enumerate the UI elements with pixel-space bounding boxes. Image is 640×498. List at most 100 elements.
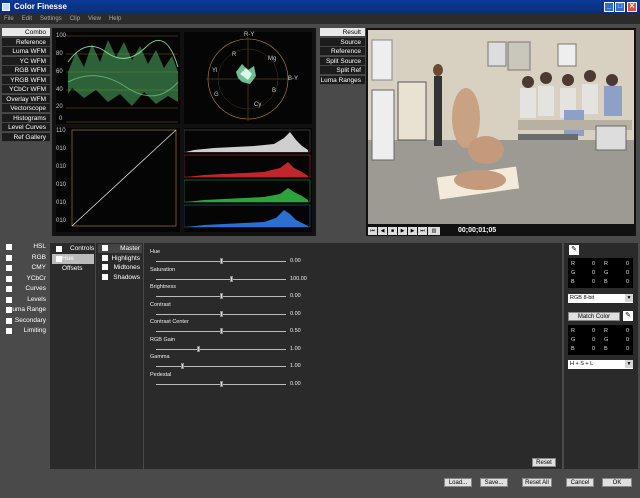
load-button[interactable]: Load...	[444, 478, 472, 487]
category-hsl[interactable]: HSL	[2, 242, 48, 252]
slider-label-hue: Hue	[150, 249, 161, 255]
cancel-button[interactable]: Cancel	[566, 478, 594, 487]
scope-tab-yc-wfm[interactable]: YC WFM	[2, 56, 50, 66]
maximize-button[interactable]: □	[615, 2, 625, 12]
go-start-button[interactable]: ⏮	[368, 227, 377, 235]
menu-settings[interactable]: Settings	[40, 14, 62, 24]
category-curves[interactable]: Curves	[2, 284, 48, 294]
hue-offsets-tab[interactable]: Hue Offsets	[52, 254, 94, 272]
category-luma-range[interactable]: Luma Range	[2, 305, 48, 315]
menu-edit[interactable]: Edit	[22, 14, 32, 24]
slider-handle-brightness[interactable]	[219, 293, 223, 299]
scope-tab-histograms[interactable]: Histograms	[2, 113, 50, 123]
slider-label-contrast-center: Contrast Center	[150, 319, 189, 325]
save-button[interactable]: Save...	[480, 478, 508, 487]
go-end-button[interactable]: ⏭	[418, 227, 427, 235]
ok-button[interactable]: OK	[602, 478, 632, 487]
result-tab-reference[interactable]: Reference	[320, 47, 365, 56]
slider-track-gamma[interactable]	[156, 366, 286, 367]
result-tab-source[interactable]: Source	[320, 37, 365, 47]
slider-panel	[144, 243, 562, 469]
range-checkbox[interactable]	[102, 264, 108, 270]
timeline-button[interactable]: ▥	[428, 227, 440, 235]
slider-handle-contrast-center[interactable]	[219, 328, 223, 334]
slider-track-saturation[interactable]	[156, 278, 286, 280]
scope-tab-overlay-wfm[interactable]: Overlay WFM	[2, 94, 50, 104]
waveform-tick: 80	[56, 51, 63, 57]
category-checkbox[interactable]	[6, 296, 12, 303]
preview-panel: ⏮ ◀ ■ ▶ ▶ ⏭ ▥ 00;00;01;05	[366, 28, 636, 236]
scope-tab-ref-gallery[interactable]: Ref Gallery	[2, 132, 50, 142]
slider-label-brightness: Brightness	[150, 284, 176, 290]
scope-tab-level-curves[interactable]: Level Curves	[2, 123, 50, 132]
play-button[interactable]: ▶	[398, 227, 407, 235]
match-eyedropper-icon[interactable]: ✎	[623, 311, 633, 321]
slider-label-contrast: Contrast	[150, 301, 171, 308]
eyedropper-icon[interactable]: ✎	[569, 245, 579, 255]
category-levels[interactable]: Levels	[2, 295, 48, 305]
reset-all-button[interactable]: Reset All	[522, 478, 552, 487]
slider-handle-hue[interactable]	[219, 258, 223, 264]
category-rgb[interactable]: RGB	[2, 253, 48, 263]
result-tab-luma-ranges[interactable]: Luma Ranges	[320, 75, 365, 85]
category-checkbox[interactable]	[6, 328, 12, 334]
scope-tab-yrgb-wfm[interactable]: YRGB WFM	[2, 75, 50, 85]
controls-checkbox[interactable]	[56, 246, 62, 252]
result-tab-split-source[interactable]: Split Source	[320, 56, 365, 66]
rgb1-cell: G	[571, 270, 576, 276]
result-tab-result[interactable]: Result	[320, 28, 365, 37]
category-checkbox[interactable]	[6, 265, 12, 271]
slider-handle-contrast[interactable]	[219, 310, 223, 317]
slider-handle-pedestal[interactable]	[219, 380, 223, 387]
reset-button[interactable]: Reset	[532, 458, 556, 467]
range-tab-highlights[interactable]: Highlights	[98, 254, 142, 263]
waveform-tick: 20	[56, 104, 63, 110]
scope-tab-luma-wfm[interactable]: Luma WFM	[2, 47, 50, 56]
range-checkbox[interactable]	[102, 245, 108, 251]
slider-track-rgb-gain[interactable]	[156, 348, 286, 350]
rgb2-cell: G	[604, 337, 609, 343]
slider-handle-saturation[interactable]	[229, 275, 233, 282]
match-mode-select[interactable]: H + S + L ▼	[568, 360, 633, 369]
scope-tab-ycbcr-wfm[interactable]: YCbCr WFM	[2, 85, 50, 94]
menu-file[interactable]: File	[4, 14, 14, 24]
category-checkbox[interactable]	[6, 317, 12, 324]
range-checkbox[interactable]	[102, 254, 108, 261]
menu-help[interactable]: Help	[109, 14, 121, 24]
rgb2-cell: G	[571, 337, 576, 343]
range-checkbox[interactable]	[102, 273, 108, 280]
range-tab-shadows[interactable]: Shadows	[98, 273, 142, 282]
range-tab-midtones[interactable]: Midtones	[98, 263, 142, 272]
rgb1-cell: 0	[626, 270, 630, 276]
scope-tab-rgb-wfm[interactable]: RGB WFM	[2, 66, 50, 75]
menu-view[interactable]: View	[88, 14, 101, 24]
category-cmy[interactable]: CMY	[2, 263, 48, 273]
scope-tab-combo[interactable]: Combo	[2, 28, 50, 37]
color-format-select[interactable]: RGB 8-bit ▼	[568, 294, 633, 303]
result-tab-split-ref[interactable]: Split Ref	[320, 66, 365, 75]
minimize-button[interactable]: _	[604, 2, 614, 12]
category-checkbox[interactable]	[6, 244, 12, 250]
range-tab-master[interactable]: Master	[98, 244, 142, 253]
match-color-button[interactable]: Match Color	[568, 312, 620, 321]
category-secondary[interactable]: Secondary	[2, 316, 48, 326]
scope-tab-vectorscope[interactable]: Vectorscope	[2, 104, 50, 113]
category-checkbox[interactable]	[6, 275, 12, 282]
category-ycbcr[interactable]: YCbCr	[2, 274, 48, 284]
category-checkbox[interactable]	[6, 254, 12, 261]
step-forward-button[interactable]: ▶	[408, 227, 417, 235]
scope-tab-reference[interactable]: Reference	[2, 37, 50, 47]
slider-value-saturation: 100.00	[290, 275, 307, 282]
chevron-down-icon: ▼	[625, 360, 633, 368]
category-checkbox[interactable]	[6, 286, 12, 292]
close-button[interactable]: ✕	[627, 2, 637, 12]
controls-tab[interactable]: Controls	[52, 244, 94, 254]
slider-handle-rgb-gain[interactable]	[197, 345, 201, 352]
stop-button[interactable]: ■	[388, 227, 397, 235]
category-limiting[interactable]: Limiting	[2, 326, 48, 336]
step-back-button[interactable]: ◀	[378, 227, 387, 235]
scope-panel: 100 80 60 40 20 0 R-Y B-Y R Mg B Cy G Yl…	[52, 28, 316, 236]
menu-clip[interactable]: Clip	[70, 14, 80, 24]
category-checkbox[interactable]	[6, 307, 12, 313]
slider-handle-gamma[interactable]	[180, 363, 184, 369]
